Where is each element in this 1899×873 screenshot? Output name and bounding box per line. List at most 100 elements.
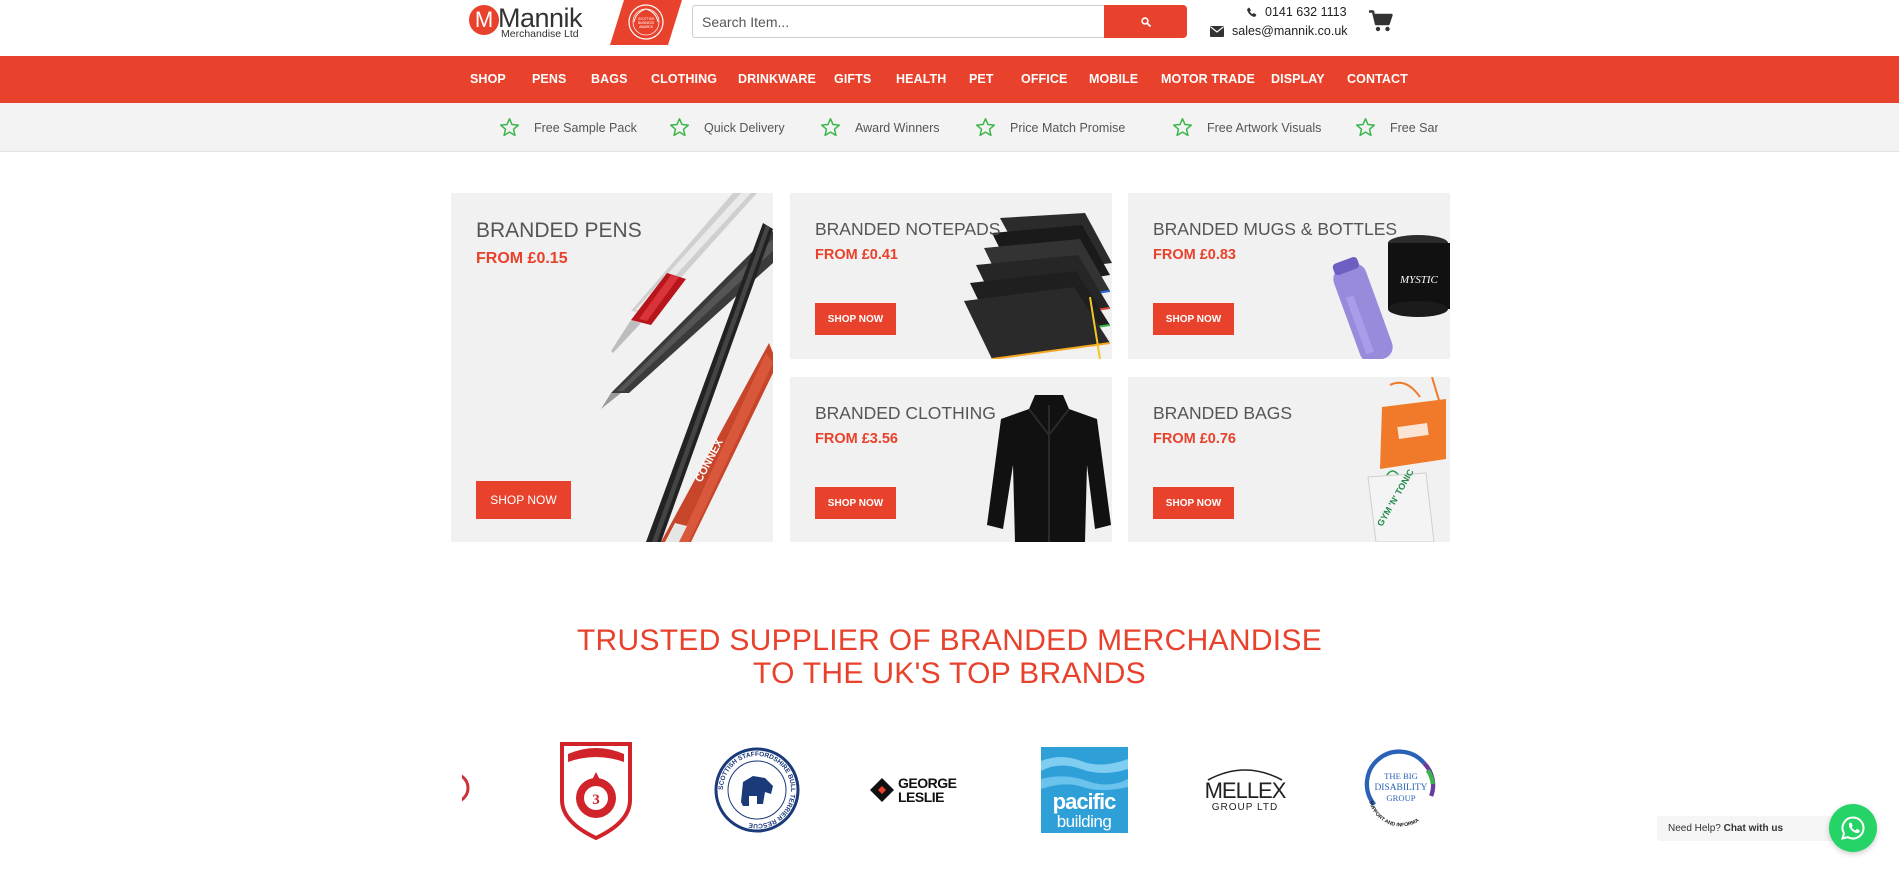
star-icon [976, 118, 995, 137]
pens-image: CONNEX [601, 193, 773, 542]
tile-price: FROM £3.56 [815, 431, 898, 447]
usp-bar: Free Sample Pack Quick Delivery Award Wi… [0, 103, 1899, 152]
logo-mark: M [469, 5, 499, 35]
mellex-logo-graphic: MELLEX GROUP LTD [1205, 769, 1288, 813]
disability-line-2: DISABILITY [1374, 783, 1427, 793]
search-input[interactable] [692, 5, 1104, 38]
shop-now-button[interactable]: SHOP NOW [815, 303, 896, 335]
shop-now-button[interactable]: SHOP NOW [1153, 303, 1234, 335]
usp-label: Award Winners [855, 120, 940, 135]
usp-label: Free Artwork Visuals [1207, 120, 1322, 135]
nav-item-motor-trade[interactable]: MOTOR TRADE [1161, 56, 1255, 103]
nav-item-clothing[interactable]: CLOTHING [651, 56, 717, 103]
mugs-bottles-image: MYSTIC [1332, 235, 1450, 359]
whatsapp-icon [1841, 816, 1865, 840]
tile-price: FROM £0.15 [476, 250, 568, 267]
mellex-text: MELLEX [1205, 778, 1287, 803]
nav-item-shop[interactable]: SHOP [470, 56, 506, 103]
staffy-logo-graphic: SCOTTISH STAFFORDSHIRE BULL TERRIER RESC… [714, 747, 800, 833]
tile-title: BRANDED BAGS [1153, 403, 1293, 423]
tile-price: FROM £0.41 [815, 247, 898, 263]
star-icon [1173, 118, 1192, 137]
pacific-text: pacific [1052, 789, 1115, 814]
leslie-text: LESLIE [898, 789, 944, 805]
site-logo[interactable]: M Mannik Merchandise Ltd [469, 3, 589, 40]
tile-branded-notepads[interactable]: BRANDED NOTEPADS FROM £0.41 SHOP NOW [790, 193, 1112, 359]
cart-button[interactable] [1369, 10, 1393, 32]
chat-prompt[interactable]: Need Help? Chat with us [1657, 816, 1837, 841]
chat-prompt-text: Need Help? [1668, 823, 1721, 834]
nav-item-pens[interactable]: PENS [532, 56, 566, 103]
george-leslie-logo-graphic: GEORGE LESLIE [870, 775, 957, 805]
clothing-image [987, 395, 1111, 542]
site-header: M Mannik Merchandise Ltd SCOTTISH BUSINE… [0, 0, 1899, 56]
nav-item-bags[interactable]: BAGS [591, 56, 628, 103]
search-button[interactable] [1104, 5, 1187, 38]
client-logo-big-disability-group: THE BIG DISABILITY GROUP SUPPORT AND INF… [1364, 738, 1438, 842]
tile-title: BRANDED NOTEPADS [815, 219, 1001, 239]
nav-item-display[interactable]: DISPLAY [1271, 56, 1325, 103]
nav-item-gifts[interactable]: GIFTS [834, 56, 871, 103]
star-icon [670, 118, 689, 137]
chat-prompt-action: Chat with us [1723, 823, 1784, 834]
disability-line-3: GROUP [1386, 793, 1415, 803]
tile-branded-clothing[interactable]: BRANDED CLOTHING FROM £3.56 SHOP NOW [790, 377, 1112, 542]
tile-title: BRANDED MUGS & BOTTLES [1153, 219, 1398, 239]
nav-item-contact[interactable]: CONTACT [1347, 56, 1408, 103]
phone-number: 0141 632 1113 [1265, 5, 1347, 19]
shield-logo-graphic: 3 [560, 742, 632, 840]
nav-item-drinkware[interactable]: DRINKWARE [738, 56, 816, 103]
client-logo-carousel: 3 SCOTTISH STAFFORDSHIRE BULL TERRIER RE… [462, 738, 1438, 842]
usp-label: Quick Delivery [704, 120, 785, 135]
mug-print: MYSTIC [1399, 274, 1439, 286]
usp-item: Free Sample Pack [499, 103, 637, 152]
header-contact: 0141 632 1113 sales@mannik.co.uk [1210, 5, 1350, 43]
client-logo-pacific-building: pacific building [1039, 738, 1129, 842]
client-logo-george-leslie: GEORGE LESLIE [866, 738, 982, 842]
envelope-icon [1210, 25, 1224, 37]
main-nav: SHOP PENS BAGS CLOTHING DRINKWARE GIFTS … [0, 56, 1899, 103]
nav-item-health[interactable]: HEALTH [896, 56, 946, 103]
phone-link[interactable]: 0141 632 1113 [1246, 5, 1347, 19]
shop-now-button[interactable]: SHOP NOW [476, 481, 571, 519]
nav-item-mobile[interactable]: MOBILE [1089, 56, 1138, 103]
trusted-line-2: TO THE UK'S TOP BRANDS [753, 657, 1146, 690]
disability-line-1: THE BIG [1384, 771, 1418, 781]
shop-now-button[interactable]: SHOP NOW [1153, 487, 1234, 519]
tile-title: BRANDED PENS [476, 219, 642, 242]
nav-item-pet[interactable]: PET [969, 56, 994, 103]
star-icon [821, 118, 840, 137]
mellex-group-text: GROUP LTD [1212, 802, 1278, 813]
usp-item: Quick Delivery [669, 103, 785, 152]
nav-item-office[interactable]: OFFICE [1021, 56, 1067, 103]
tile-price: FROM £0.83 [1153, 247, 1236, 263]
usp-label: Free Sample Pack [534, 120, 637, 135]
trusted-heading: TRUSTED SUPPLIER OF BRANDED MERCHANDISE … [0, 624, 1899, 690]
client-logo-staffy-rescue: SCOTTISH STAFFORDSHIRE BULL TERRIER RESC… [712, 738, 802, 842]
whatsapp-chat-button[interactable] [1829, 804, 1877, 852]
tile-branded-pens[interactable]: CONNEX BRANDED PENS FROM £0.15 SHOP NOW [451, 193, 773, 542]
tile-price: FROM £0.76 [1153, 431, 1236, 447]
star-icon [500, 118, 519, 137]
usp-label: Free Sample Pack [1390, 120, 1438, 135]
cart-icon [1369, 10, 1393, 32]
usp-item: Free Sample Pack [1355, 103, 1438, 152]
search-form [692, 5, 1187, 38]
tile-title: BRANDED CLOTHING [815, 403, 996, 423]
star-icon [1356, 118, 1375, 137]
search-icon [1140, 16, 1151, 27]
shield-number: 3 [592, 792, 600, 808]
usp-item: Free Artwork Visuals [1172, 103, 1321, 152]
client-logo-mellex: MELLEX GROUP LTD [1200, 738, 1290, 842]
shop-now-button[interactable]: SHOP NOW [815, 487, 896, 519]
bags-image: GYM 'N' TONIC [1367, 377, 1446, 542]
usp-carousel: Free Sample Pack Quick Delivery Award Wi… [470, 103, 1438, 152]
usp-item: Award Winners [820, 103, 940, 152]
award-badge: SCOTTISH BUSINESS AWARDS [610, 0, 682, 45]
partial-logo-graphic [462, 774, 470, 802]
tile-branded-mugs-bottles[interactable]: MYSTIC BRANDED MUGS & BOTTLES FROM £0.83… [1128, 193, 1450, 359]
building-text: building [1056, 812, 1111, 831]
email-link[interactable]: sales@mannik.co.uk [1210, 24, 1348, 38]
tile-branded-bags[interactable]: GYM 'N' TONIC BRANDED BAGS FROM £0.76 SH… [1128, 377, 1450, 542]
phone-icon [1247, 7, 1257, 17]
